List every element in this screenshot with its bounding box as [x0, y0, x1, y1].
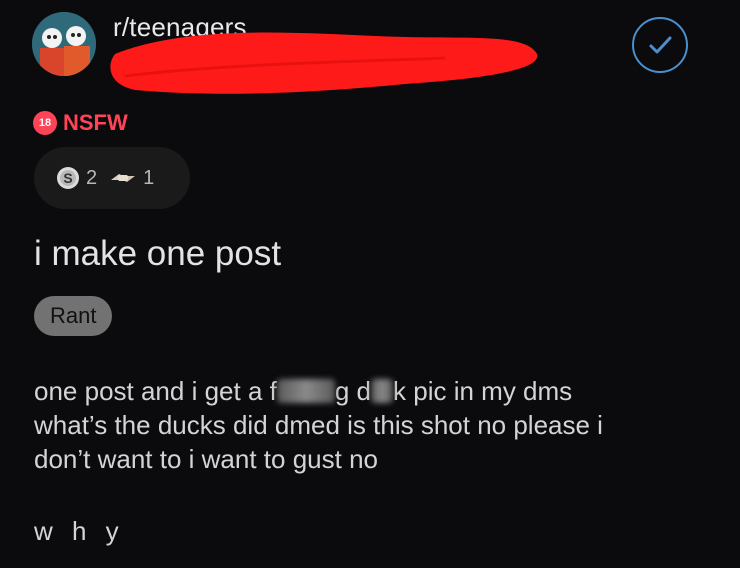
body-text-segment: one post and i get a f	[34, 376, 277, 406]
silver-award-icon: S	[57, 167, 79, 189]
redaction-scribble	[110, 32, 538, 94]
body-line-1: one post and i get a f g d k pic in my dms	[34, 374, 714, 408]
censored-blur	[276, 379, 335, 403]
awards-bar[interactable]: S 2 1	[34, 147, 190, 209]
award-fist-bump[interactable]: 1	[109, 166, 154, 190]
post-flair[interactable]: Rant	[34, 296, 113, 336]
award-count: 1	[143, 166, 155, 189]
censored-blur	[371, 379, 394, 403]
svg-text:S: S	[63, 170, 72, 186]
body-line-2: what’s the ducks did dmed is this shot n…	[34, 410, 603, 440]
checkmark-icon	[649, 36, 672, 54]
award-count: 2	[86, 166, 98, 189]
joined-button[interactable]	[632, 17, 688, 73]
fist-bump-award-icon	[111, 174, 136, 182]
body-line-3: don’t want to i want to gust no	[34, 444, 378, 474]
body-text-segment: g d	[334, 376, 372, 406]
post-title[interactable]: i make one post	[34, 234, 281, 274]
post-body-closing: w h y	[34, 516, 125, 546]
nsfw-tag: 18 NSFW	[33, 108, 128, 138]
award-silver[interactable]: S 2	[56, 166, 97, 190]
post-body: one post and i get a f g d k pic in my dms…	[34, 374, 714, 476]
nsfw-label: NSFW	[63, 110, 128, 135]
subreddit-avatar-icon[interactable]	[32, 12, 96, 76]
body-text-segment: k pic in my dms	[393, 376, 573, 406]
nsfw-badge-icon: 18	[33, 111, 57, 135]
